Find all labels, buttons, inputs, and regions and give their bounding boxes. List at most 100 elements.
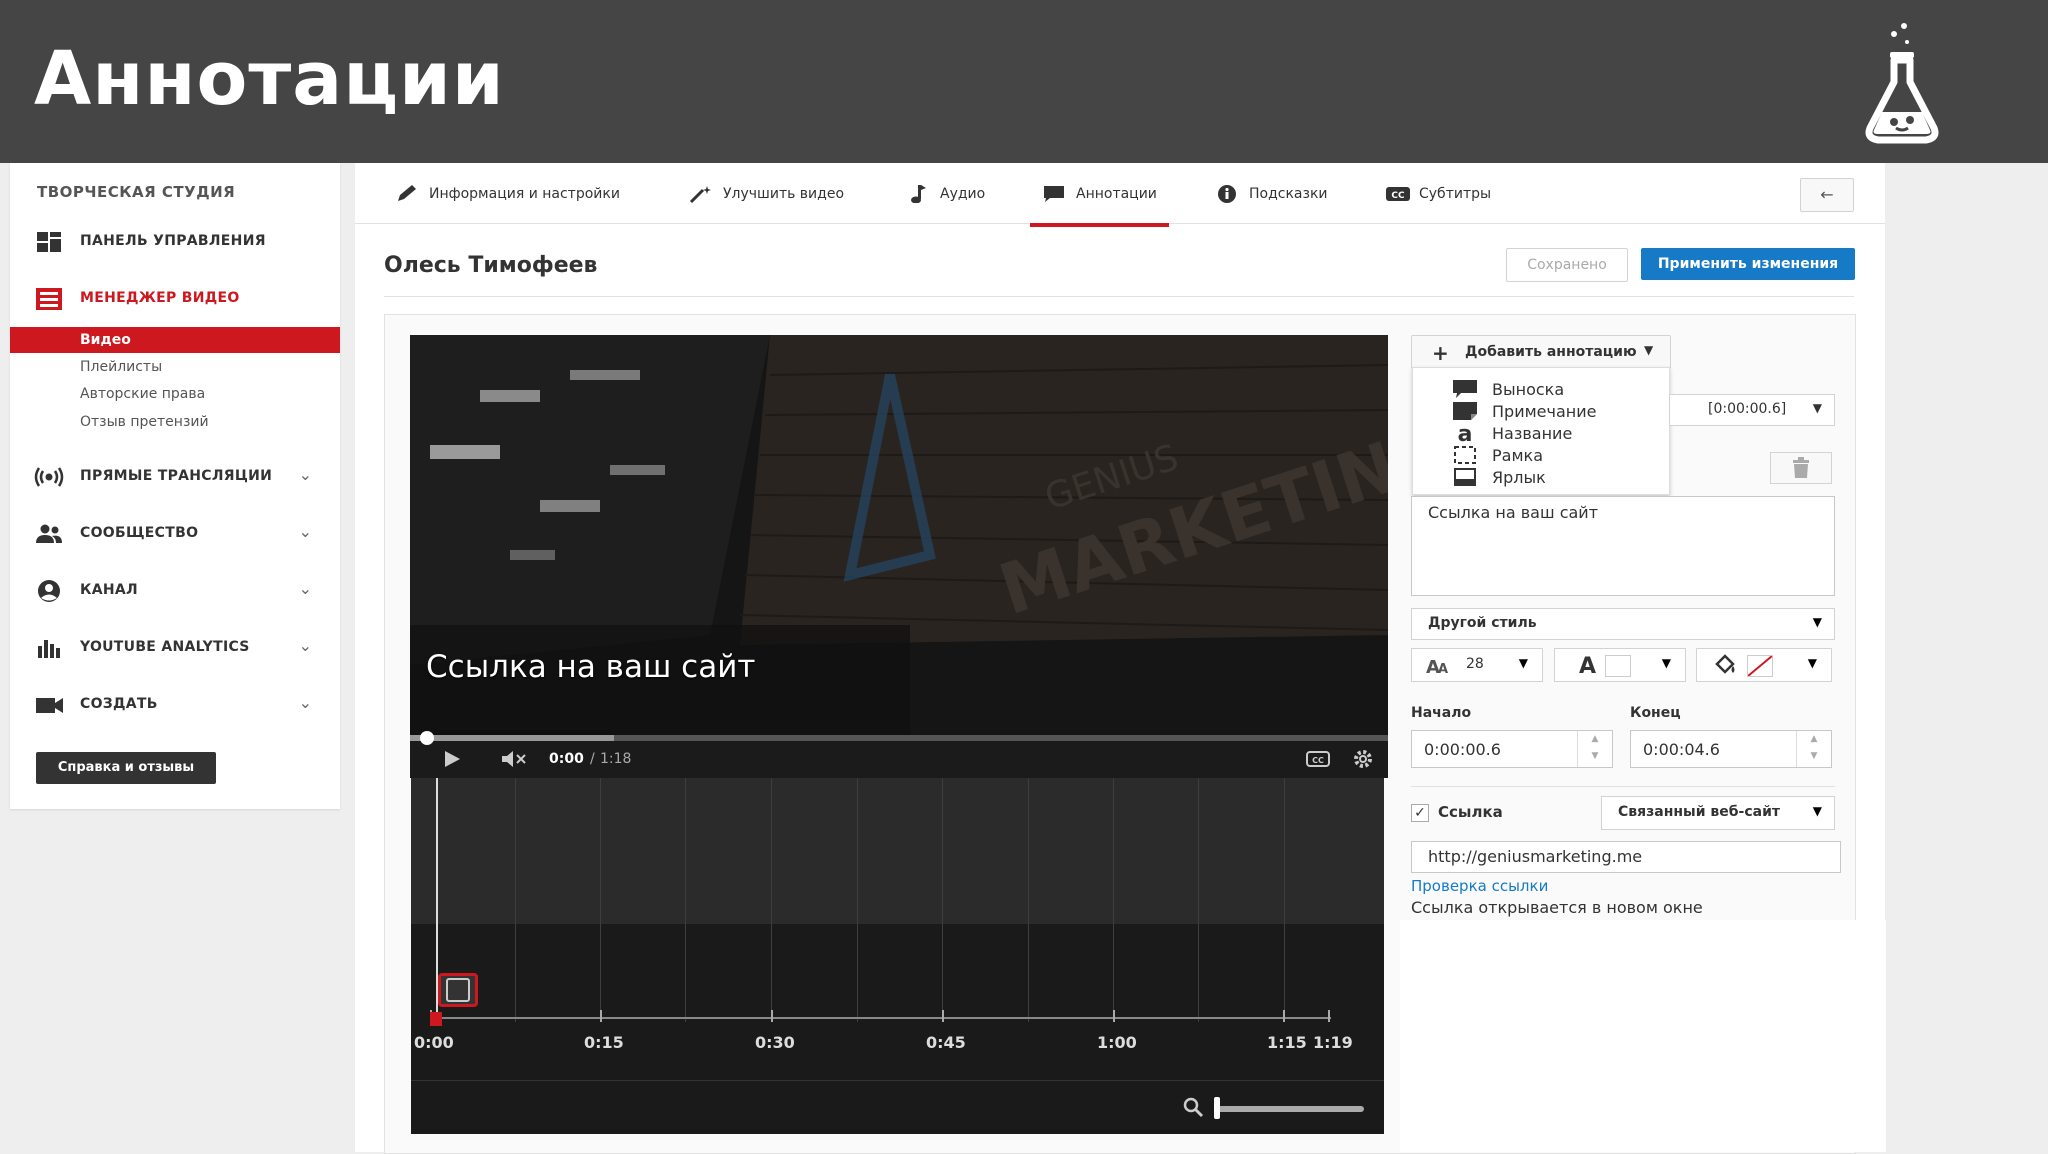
- chevron-down-icon[interactable]: ⌄: [299, 693, 312, 712]
- text-color-icon: A: [1579, 654, 1597, 679]
- font-size-select[interactable]: AA 28 ▼: [1411, 648, 1543, 682]
- link-label: Ссылка: [1438, 803, 1503, 821]
- music-note-icon: [911, 185, 926, 203]
- url-input[interactable]: http://geniusmarketing.me: [1411, 841, 1841, 873]
- title-icon: a: [1458, 424, 1473, 442]
- dashboard-icon: [37, 232, 61, 252]
- check-link[interactable]: Проверка ссылки: [1411, 877, 1548, 895]
- saved-button[interactable]: Сохранено: [1506, 248, 1628, 282]
- timeline-gridline: [1284, 778, 1285, 1022]
- trash-icon: [1793, 457, 1809, 478]
- right-panel-bg: [1400, 920, 1886, 1152]
- tab-label: Улучшить видео: [723, 186, 845, 202]
- stepper-icon[interactable]: ▲ ▼: [1796, 731, 1831, 767]
- help-feedback-button[interactable]: Справка и отзывы: [36, 752, 216, 784]
- new-window-note: Ссылка открывается в новом окне: [1411, 898, 1703, 917]
- sidebar-item-channel[interactable]: КАНАЛ ⌄: [10, 571, 340, 611]
- chevron-down-icon[interactable]: ⌄: [299, 636, 312, 655]
- time-select-value: [0:00:00.6]: [1708, 401, 1787, 417]
- zoom-icon[interactable]: [1182, 1096, 1204, 1118]
- timeline-tick: [771, 1010, 773, 1022]
- link-checkbox[interactable]: ✓: [1411, 804, 1429, 822]
- progress-knob[interactable]: [420, 731, 434, 745]
- delete-annotation-button[interactable]: [1770, 452, 1832, 484]
- sidebar-subitem-copyright[interactable]: Авторские права: [10, 381, 340, 407]
- text-color-select[interactable]: A ▼: [1554, 648, 1686, 682]
- sidebar-item-live[interactable]: ПРЯМЫЕ ТРАНСЛЯЦИИ ⌄: [10, 457, 340, 497]
- zoom-slider-handle[interactable]: [1214, 1097, 1220, 1119]
- zoom-slider[interactable]: [1214, 1106, 1364, 1112]
- sidebar-item-dashboard[interactable]: ПАНЕЛЬ УПРАВЛЕНИЯ: [10, 222, 340, 262]
- annotation-time-select[interactable]: [0:00:00.6] ▼: [1669, 394, 1835, 426]
- playhead-marker[interactable]: [430, 1012, 442, 1026]
- style-select[interactable]: Другой стиль ▼: [1411, 608, 1835, 640]
- background-color-swatch: [1747, 655, 1773, 677]
- timeline-tick: [1113, 1010, 1115, 1022]
- caret-down-icon: ▼: [1644, 343, 1654, 357]
- end-time-value: 0:00:04.6: [1643, 740, 1720, 759]
- mute-icon[interactable]: [500, 750, 528, 768]
- timeline-gridline: [600, 778, 601, 1022]
- tab-annotations[interactable]: Аннотации: [1030, 185, 1169, 227]
- annotation-text-field[interactable]: Ссылка на ваш сайт: [1411, 496, 1835, 596]
- menu-item-frame[interactable]: Рамка: [1413, 444, 1669, 466]
- flask-icon: [1865, 23, 1939, 144]
- sidebar-subitem-claims[interactable]: Отзыв претензий: [10, 409, 340, 435]
- menu-item-label: Название: [1492, 424, 1573, 443]
- info-icon: [1218, 185, 1236, 203]
- tab-label: Аудио: [940, 186, 986, 202]
- stepper-icon[interactable]: ▲ ▼: [1577, 731, 1612, 767]
- annotation-text-value: Ссылка на ваш сайт: [1428, 503, 1599, 522]
- chevron-down-icon[interactable]: ⌄: [299, 522, 312, 541]
- end-time-input[interactable]: 0:00:04.6 ▲ ▼: [1630, 730, 1832, 768]
- timeline-tick: [1283, 1010, 1285, 1022]
- start-time-input[interactable]: 0:00:00.6 ▲ ▼: [1411, 730, 1613, 768]
- tab-info-settings[interactable]: Информация и настройки: [395, 185, 620, 223]
- sidebar-item-community[interactable]: СООБЩЕСТВО ⌄: [10, 514, 340, 554]
- sidebar-item-label: ПАНЕЛЬ УПРАВЛЕНИЯ: [80, 233, 266, 249]
- sidebar-item-analytics[interactable]: YOUTUBE ANALYTICS ⌄: [10, 628, 340, 668]
- apply-changes-button[interactable]: Применить изменения: [1641, 248, 1855, 280]
- sidebar-subitem-label: Видео: [80, 332, 131, 348]
- current-time: 0:00: [549, 751, 584, 767]
- timeline-gridline: [685, 778, 686, 1022]
- paint-bucket-icon: [1715, 654, 1735, 674]
- timeline-label: 1:15: [1267, 1033, 1307, 1052]
- timeline-gridline: [857, 778, 858, 1022]
- chevron-down-icon[interactable]: ⌄: [299, 579, 312, 598]
- start-label: Начало: [1411, 705, 1472, 721]
- sidebar-subitem-playlists[interactable]: Плейлисты: [10, 354, 340, 380]
- cc-icon[interactable]: CC: [1306, 751, 1330, 767]
- sidebar-item-label: СООБЩЕСТВО: [80, 525, 199, 541]
- chevron-down-icon[interactable]: ⌄: [299, 465, 312, 484]
- pencil-icon: [398, 185, 416, 201]
- sidebar-subitem-label: Плейлисты: [80, 359, 163, 375]
- menu-item-label: Выноска: [1492, 380, 1565, 399]
- sidebar-item-label: КАНАЛ: [80, 582, 138, 598]
- url-value: http://geniusmarketing.me: [1428, 847, 1643, 866]
- sidebar-item-video-manager[interactable]: МЕНЕДЖЕР ВИДЕО: [10, 279, 340, 319]
- tab-label: Подсказки: [1249, 186, 1328, 202]
- tab-audio[interactable]: Аудио: [906, 185, 985, 223]
- menu-item-title[interactable]: a Название: [1413, 422, 1669, 444]
- sidebar-subitem-videos[interactable]: Видео: [10, 327, 340, 353]
- annotation-type-menu: Выноска Примечание a Название Рамка Ярлы…: [1412, 367, 1670, 495]
- link-type-select[interactable]: Связанный веб-сайт ▼: [1601, 796, 1835, 830]
- video-player[interactable]: MARKETING GENIUS Ссылка на ваш сайт: [410, 335, 1388, 738]
- annotation-overlay-text[interactable]: Ссылка на ваш сайт: [426, 649, 755, 685]
- menu-item-note[interactable]: Примечание: [1413, 400, 1669, 422]
- menu-item-label[interactable]: Ярлык: [1413, 466, 1669, 488]
- gear-icon[interactable]: [1352, 748, 1374, 770]
- background-color-select[interactable]: ▼: [1696, 648, 1832, 682]
- back-button[interactable]: ←: [1800, 178, 1854, 212]
- play-icon[interactable]: [443, 750, 461, 768]
- tab-cards[interactable]: Подсказки: [1215, 185, 1328, 223]
- tab-subtitles[interactable]: CC Субтитры: [1385, 185, 1491, 223]
- sidebar-item-create[interactable]: СОЗДАТЬ ⌄: [10, 685, 340, 725]
- caret-down-icon: ▼: [1518, 656, 1528, 670]
- add-annotation-button[interactable]: + Добавить аннотацию ▼: [1411, 335, 1671, 369]
- timeline-gridline: [942, 778, 943, 1022]
- magic-wand-icon: [689, 186, 711, 203]
- menu-item-callout[interactable]: Выноска: [1413, 378, 1669, 400]
- tab-enhance[interactable]: Улучшить видео: [689, 185, 844, 223]
